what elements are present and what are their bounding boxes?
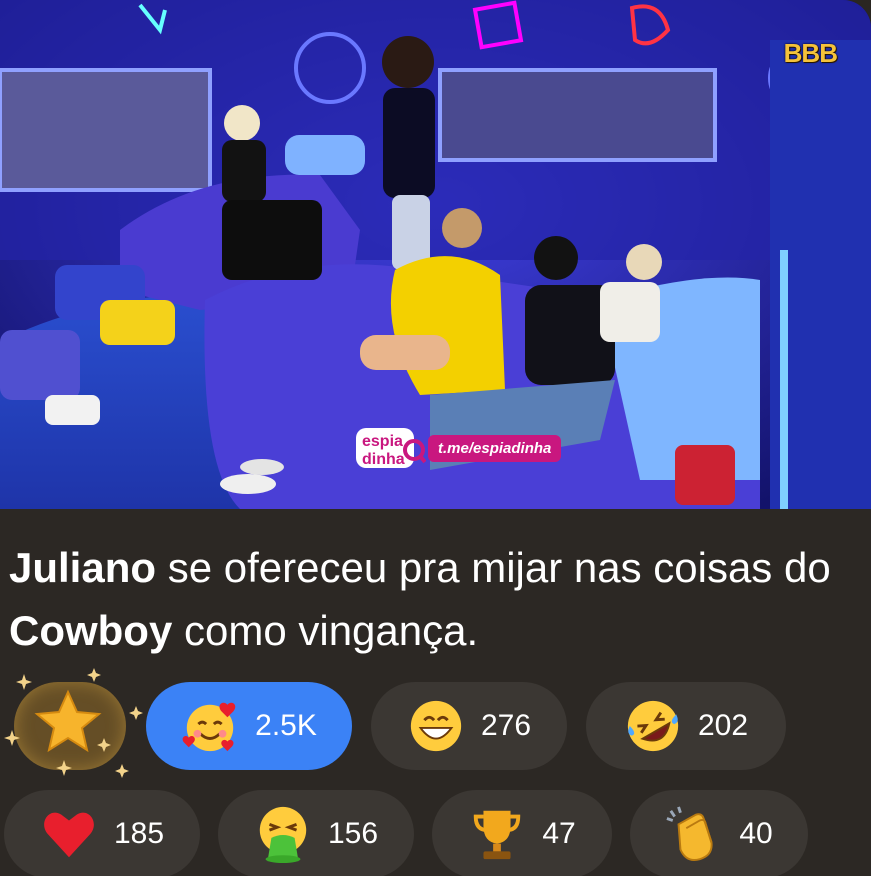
red-heart-icon bbox=[44, 812, 94, 858]
reaction-rofl-count: 202 bbox=[697, 709, 749, 742]
reaction-heart-count: 185 bbox=[113, 817, 165, 850]
reaction-love-button[interactable]: 2.5K bbox=[146, 682, 352, 770]
star-icon bbox=[34, 689, 102, 753]
reaction-grin-button[interactable]: 276 bbox=[371, 682, 567, 770]
trophy-icon bbox=[474, 810, 521, 860]
svg-text:espia: espia bbox=[362, 433, 403, 450]
rolling-laughing-face-icon bbox=[627, 700, 679, 752]
watermark-link: t.me/espiadinha bbox=[428, 434, 562, 462]
reaction-heart-button[interactable]: 185 bbox=[4, 790, 200, 876]
reaction-vomit-button[interactable]: 156 bbox=[218, 790, 414, 876]
grinning-face-icon bbox=[410, 700, 462, 752]
espiadinha-logo: espia dinha bbox=[354, 424, 426, 472]
reaction-rofl-button[interactable]: 202 bbox=[586, 682, 786, 770]
caption-name-cowboy: Cowboy bbox=[9, 607, 173, 654]
caption-text-part2: como vingança. bbox=[172, 607, 479, 654]
message-caption: Juliano se ofereceu pra mijar nas coisas… bbox=[9, 536, 859, 662]
bbb-logo: BBB bbox=[783, 38, 838, 68]
watermark: espia dinha t.me/espiadinha bbox=[354, 424, 562, 472]
vomiting-face-icon bbox=[259, 806, 307, 863]
reaction-grin-count: 276 bbox=[480, 709, 532, 742]
svg-text:dinha: dinha bbox=[362, 451, 405, 468]
message-bubble: BBB espia dinha t.me/espiadinha Juliano … bbox=[0, 0, 871, 876]
reaction-trophy-count: 47 bbox=[542, 817, 576, 850]
smiling-face-with-hearts-icon bbox=[182, 702, 236, 752]
reaction-vomit-count: 156 bbox=[327, 817, 379, 850]
reaction-clap-button[interactable]: 40 bbox=[630, 790, 808, 876]
sparkles-effect bbox=[4, 668, 143, 778]
reaction-trophy-button[interactable]: 47 bbox=[432, 790, 612, 876]
reaction-love-count: 2.5K bbox=[255, 709, 317, 742]
clapping-hands-icon bbox=[666, 806, 713, 861]
reaction-clap-count: 40 bbox=[739, 817, 773, 850]
espiadinha-logo-art: espia dinha bbox=[356, 428, 426, 468]
message-photo[interactable]: BBB espia dinha t.me/espiadinha bbox=[0, 0, 871, 509]
caption-text-part1: se ofereceu pra mijar nas coisas do bbox=[156, 544, 831, 591]
caption-name-juliano: Juliano bbox=[9, 544, 157, 591]
